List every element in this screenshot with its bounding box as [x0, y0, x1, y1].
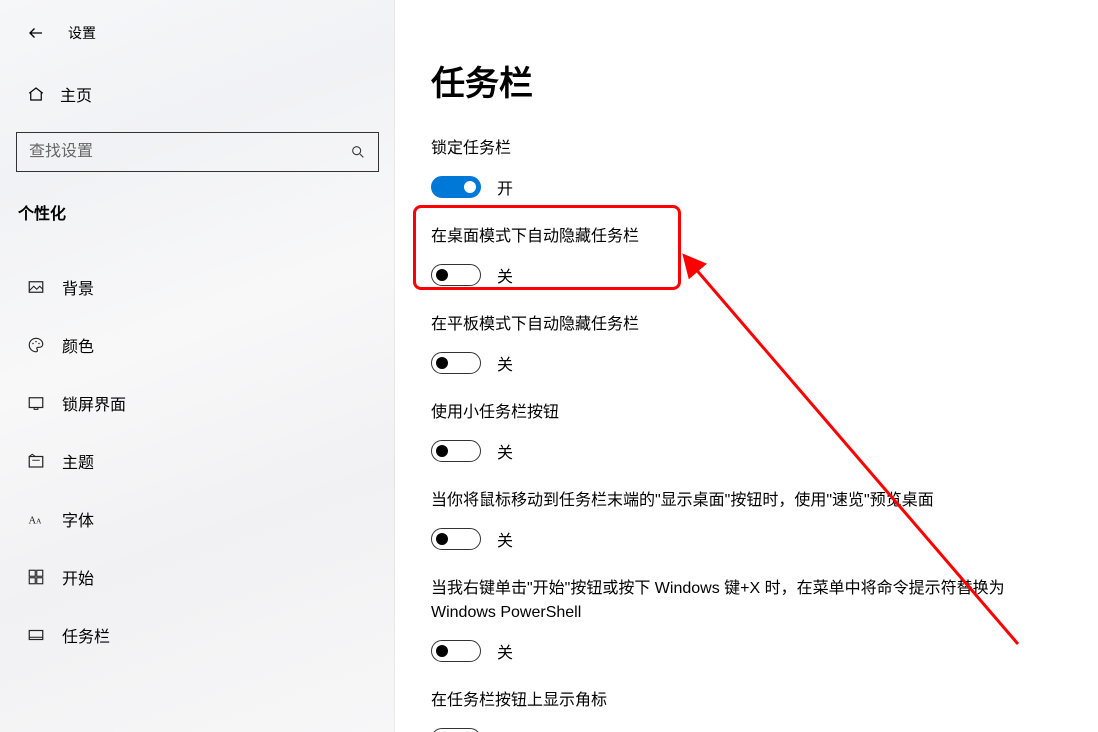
- sidebar-item-taskbar[interactable]: 任务栏: [0, 606, 395, 664]
- app-title: 设置: [68, 23, 96, 43]
- sidebar-item-label: 锁屏界面: [62, 391, 126, 415]
- picture-icon: [26, 277, 46, 297]
- setting-label: 在桌面模式下自动隐藏任务栏: [431, 225, 1021, 249]
- sidebar-item-lockscreen[interactable]: 锁屏界面: [0, 374, 395, 432]
- start-icon: [26, 567, 46, 587]
- sidebar-item-label: 颜色: [62, 333, 94, 357]
- back-button[interactable]: [26, 23, 46, 43]
- search-input[interactable]: [17, 143, 338, 161]
- palette-icon: [26, 335, 46, 355]
- search-icon: [338, 144, 378, 160]
- setting-powershell: 当我右键单击"开始"按钮或按下 Windows 键+X 时，在菜单中将命令提示符…: [431, 577, 1021, 663]
- sidebar-nav-list: 背景 颜色 锁屏界面 主题: [0, 258, 395, 664]
- sidebar: 设置 主页 个性化 背景: [0, 0, 395, 732]
- toggle-lock-taskbar[interactable]: [431, 176, 481, 198]
- toggle-peek-desktop[interactable]: [431, 528, 481, 550]
- setting-label: 在任务栏按钮上显示角标: [431, 689, 1021, 713]
- setting-label: 当你将鼠标移动到任务栏末端的"显示桌面"按钮时，使用"速览"预览桌面: [431, 489, 1021, 513]
- setting-auto-hide-desktop: 在桌面模式下自动隐藏任务栏 关: [431, 225, 1021, 287]
- toggle-state-text: 关: [497, 351, 513, 375]
- svg-text:A: A: [36, 517, 42, 526]
- taskbar-icon: [26, 625, 46, 645]
- sidebar-item-label: 任务栏: [62, 623, 110, 647]
- setting-label: 锁定任务栏: [431, 137, 1021, 161]
- sidebar-item-colors[interactable]: 颜色: [0, 316, 395, 374]
- setting-label: 在平板模式下自动隐藏任务栏: [431, 313, 1021, 337]
- lockscreen-icon: [26, 393, 46, 413]
- font-icon: AA: [26, 509, 46, 529]
- setting-badges: 在任务栏按钮上显示角标 关: [431, 689, 1021, 732]
- toggle-state-text: 关: [497, 263, 513, 287]
- sidebar-item-label: 主题: [62, 449, 94, 473]
- themes-icon: [26, 451, 46, 471]
- toggle-small-buttons[interactable]: [431, 440, 481, 462]
- toggle-badges[interactable]: [431, 728, 481, 732]
- toggle-state-text: 关: [497, 727, 513, 732]
- home-icon: [26, 84, 46, 104]
- sidebar-item-start[interactable]: 开始: [0, 548, 395, 606]
- toggle-state-text: 关: [497, 439, 513, 463]
- sidebar-item-fonts[interactable]: AA 字体: [0, 490, 395, 548]
- toggle-auto-hide-desktop[interactable]: [431, 264, 481, 286]
- nav-home[interactable]: 主页: [0, 82, 395, 106]
- toggle-auto-hide-tablet[interactable]: [431, 352, 481, 374]
- setting-small-buttons: 使用小任务栏按钮 关: [431, 401, 1021, 463]
- setting-lock-taskbar: 锁定任务栏 开: [431, 137, 1021, 199]
- content-panel: 任务栏 锁定任务栏 开 在桌面模式下自动隐藏任务栏 关 在平板模式下自动隐藏任务…: [395, 0, 1098, 732]
- setting-peek-desktop: 当你将鼠标移动到任务栏末端的"显示桌面"按钮时，使用"速览"预览桌面 关: [431, 489, 1021, 551]
- search-box[interactable]: [16, 132, 379, 172]
- sidebar-item-label: 背景: [62, 275, 94, 299]
- sidebar-section-title: 个性化: [0, 200, 395, 224]
- setting-label: 当我右键单击"开始"按钮或按下 Windows 键+X 时，在菜单中将命令提示符…: [431, 577, 1021, 625]
- toggle-powershell[interactable]: [431, 640, 481, 662]
- nav-home-label: 主页: [60, 82, 92, 106]
- sidebar-item-themes[interactable]: 主题: [0, 432, 395, 490]
- toggle-state-text: 开: [497, 175, 513, 199]
- sidebar-item-label: 开始: [62, 565, 94, 589]
- setting-auto-hide-tablet: 在平板模式下自动隐藏任务栏 关: [431, 313, 1021, 375]
- sidebar-item-label: 字体: [62, 507, 94, 531]
- setting-label: 使用小任务栏按钮: [431, 401, 1021, 425]
- toggle-state-text: 关: [497, 527, 513, 551]
- page-title: 任务栏: [431, 56, 1058, 105]
- sidebar-item-background[interactable]: 背景: [0, 258, 395, 316]
- arrow-left-icon: [27, 24, 45, 42]
- toggle-state-text: 关: [497, 639, 513, 663]
